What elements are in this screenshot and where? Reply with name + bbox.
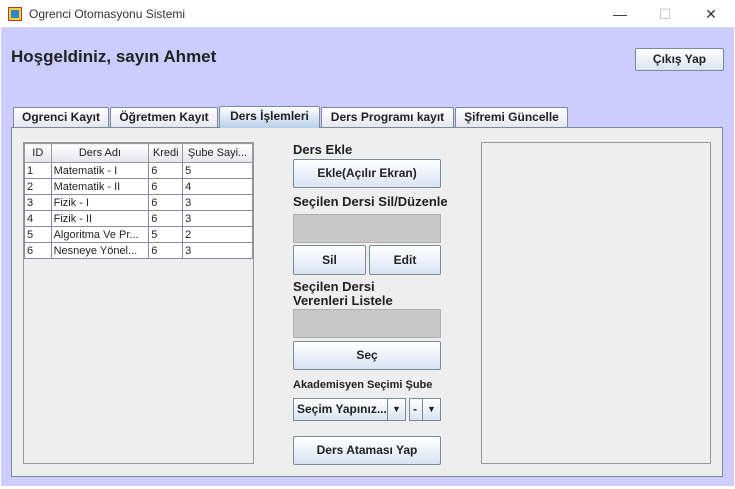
assign-course-button[interactable]: Ders Ataması Yap xyxy=(293,436,441,465)
cell-sube: 2 xyxy=(182,226,253,243)
add-course-button[interactable]: Ekle(Açılır Ekran) xyxy=(293,159,441,188)
tab-panel: ID Ders Adı Kredi Şube Sayi... 1 Matemat… xyxy=(11,127,723,477)
select-button[interactable]: Seç xyxy=(293,341,441,370)
column-header-id[interactable]: ID xyxy=(24,143,52,163)
window-titlebar: Ogrenci Otomasyonu Sistemi — ☐ ✕ xyxy=(0,0,735,28)
cell-ders-adi: Fizik - I xyxy=(50,194,150,211)
cell-id: 3 xyxy=(24,194,52,211)
tab-ogrenci-kayit[interactable]: Ogrenci Kayıt xyxy=(13,107,109,127)
table-row[interactable]: 2 Matematik - II 6 4 xyxy=(24,178,253,195)
list-instructors-heading-line1: Seçilen Dersi xyxy=(293,279,375,294)
cell-sube: 3 xyxy=(182,210,253,227)
cell-id: 5 xyxy=(24,226,52,243)
cell-sube: 5 xyxy=(182,162,253,179)
selected-course-field[interactable] xyxy=(293,214,441,243)
delete-edit-heading: Seçilen Dersi Sil/Düzenle xyxy=(293,194,448,209)
table-row[interactable]: 3 Fizik - I 6 3 xyxy=(24,194,253,211)
cell-kredi: 6 xyxy=(148,242,184,259)
add-course-heading: Ders Ekle xyxy=(293,142,353,157)
instructor-list-panel xyxy=(481,142,711,464)
logout-button[interactable]: Çıkış Yap xyxy=(635,48,724,71)
list-instructors-heading-line2: Verenleri Listele xyxy=(293,293,393,308)
window-title: Ogrenci Otomasyonu Sistemi xyxy=(29,7,186,21)
cell-id: 4 xyxy=(24,210,52,227)
table-row[interactable]: 4 Fizik - II 6 3 xyxy=(24,210,253,227)
instructor-list-field[interactable] xyxy=(293,309,441,338)
tab-ogretmen-kayit[interactable]: Öğretmen Kayıt xyxy=(110,107,218,127)
cell-ders-adi: Algoritma Ve Pr... xyxy=(50,226,150,243)
cell-kredi: 6 xyxy=(148,178,184,195)
branch-select-value: - xyxy=(413,402,417,416)
cell-id: 2 xyxy=(24,178,52,195)
cell-ders-adi: Matematik - I xyxy=(50,162,150,179)
course-table-container: ID Ders Adı Kredi Şube Sayi... 1 Matemat… xyxy=(23,142,254,464)
column-header-ders-adi[interactable]: Ders Adı xyxy=(50,143,150,163)
cell-kredi: 6 xyxy=(148,162,184,179)
chevron-down-icon[interactable]: ▼ xyxy=(422,399,440,420)
academic-select-value: Seçim Yapınız... xyxy=(297,402,387,416)
welcome-text: Hoşgeldiniz, sayın Ahmet xyxy=(11,47,217,66)
cell-id: 1 xyxy=(24,162,52,179)
cell-sube: 3 xyxy=(182,194,253,211)
cell-kredi: 5 xyxy=(148,226,184,243)
table-row[interactable]: 6 Nesneye Yönel... 6 3 xyxy=(24,242,253,259)
column-header-kredi[interactable]: Kredi xyxy=(148,143,184,163)
delete-button[interactable]: Sil xyxy=(293,245,366,275)
tab-sifremi-guncelle[interactable]: Şifremi Güncelle xyxy=(455,107,568,127)
main-content: Hoşgeldiniz, sayın Ahmet Çıkış Yap Ogren… xyxy=(1,28,734,486)
minimize-icon[interactable]: — xyxy=(598,4,642,24)
cell-kredi: 6 xyxy=(148,210,184,227)
table-row[interactable]: 1 Matematik - I 6 5 xyxy=(24,162,253,179)
close-icon[interactable]: ✕ xyxy=(689,4,733,24)
edit-button[interactable]: Edit xyxy=(369,245,441,275)
table-header-row: ID Ders Adı Kredi Şube Sayi... xyxy=(24,143,253,163)
column-header-sube-sayisi[interactable]: Şube Sayi... xyxy=(182,143,253,163)
cell-ders-adi: Nesneye Yönel... xyxy=(50,242,150,259)
cell-sube: 4 xyxy=(182,178,253,195)
branch-select[interactable]: - ▼ xyxy=(409,398,441,421)
table-row[interactable]: 5 Algoritma Ve Pr... 5 2 xyxy=(24,226,253,243)
list-instructors-heading: Seçilen Dersi Verenleri Listele xyxy=(293,280,393,308)
cell-ders-adi: Fizik - II xyxy=(50,210,150,227)
cell-sube: 3 xyxy=(182,242,253,259)
app-icon xyxy=(8,7,22,21)
chevron-down-icon[interactable]: ▼ xyxy=(387,399,405,420)
tab-ders-programi-kayit[interactable]: Ders Programı kayıt xyxy=(321,107,454,127)
cell-id: 6 xyxy=(24,242,52,259)
maximize-icon[interactable]: ☐ xyxy=(643,4,687,24)
cell-kredi: 6 xyxy=(148,194,184,211)
academic-select[interactable]: Seçim Yapınız... ▼ xyxy=(293,398,406,421)
academic-branch-heading: Akademisyen Seçimi Şube xyxy=(293,379,433,391)
tab-ders-islemleri[interactable]: Ders İşlemleri xyxy=(219,106,320,128)
cell-ders-adi: Matematik - II xyxy=(50,178,150,195)
course-table: ID Ders Adı Kredi Şube Sayi... 1 Matemat… xyxy=(24,143,253,259)
